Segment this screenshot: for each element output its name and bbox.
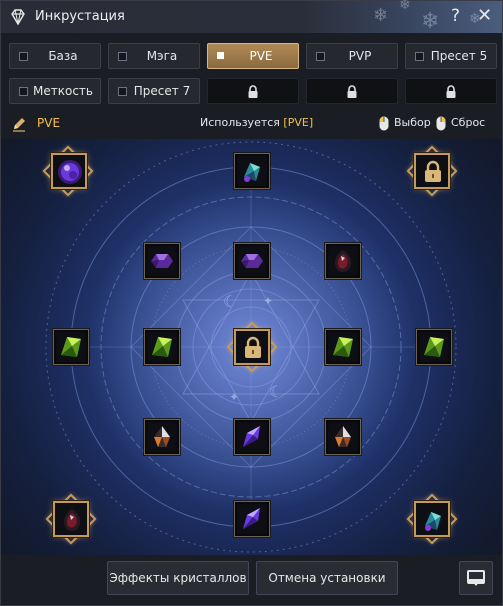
preset-tab-mega[interactable]: Мэга xyxy=(108,43,200,69)
preset-tab-base[interactable]: База xyxy=(9,43,101,69)
window-title: Инкрустация xyxy=(35,9,125,24)
preset-info-bar: PVE Используется [PVE] Выбор Сброс xyxy=(9,113,497,135)
lock-icon xyxy=(425,160,441,182)
inlay-window: Инкрустация ❄ ❄ ❄ ❄ ? ✕ База Мэга PVE PV… xyxy=(0,0,503,606)
select-hint: Выбор xyxy=(394,116,431,129)
green-crystal-gem-icon xyxy=(61,337,81,357)
slot-r2-center[interactable] xyxy=(234,243,270,279)
snowflake-icon: ❄ xyxy=(373,5,389,26)
checkbox-icon xyxy=(217,52,224,59)
lock-icon xyxy=(347,85,357,98)
preset-tab-locked[interactable] xyxy=(207,78,299,104)
mouse-left-click-icon xyxy=(379,116,389,131)
preset-tab-accuracy[interactable]: Меткость xyxy=(9,78,101,104)
svg-text:✦: ✦ xyxy=(229,390,239,404)
snowflake-icon: ❄ xyxy=(421,9,440,34)
pencil-icon[interactable] xyxy=(11,116,27,132)
preset-tab-label: Пресет 7 xyxy=(133,84,191,98)
slot-top-right[interactable] xyxy=(414,153,450,189)
preset-tab-locked[interactable] xyxy=(405,78,497,104)
green-crystal-gem-icon xyxy=(152,337,172,357)
preset-tab-pvp[interactable]: PVP xyxy=(306,43,398,69)
current-preset-name: PVE xyxy=(37,116,61,130)
slot-top-left[interactable] xyxy=(51,153,87,189)
slot-r4-center[interactable] xyxy=(234,419,270,455)
slot-top-center[interactable] xyxy=(234,153,270,189)
orange-shard-gem-icon xyxy=(154,426,170,447)
purple-ore-gem-icon xyxy=(241,254,263,268)
green-crystal-gem-icon xyxy=(424,337,444,357)
in-use-label: Используется [PVE] xyxy=(200,116,313,129)
lock-icon xyxy=(245,336,261,358)
slot-mid-right[interactable] xyxy=(325,329,361,365)
in-use-value: [PVE] xyxy=(283,116,314,129)
preset-tab-5[interactable]: Пресет 5 xyxy=(405,43,497,69)
purple-sphere-gem-icon xyxy=(58,160,82,184)
svg-text:☾: ☾ xyxy=(223,292,237,311)
tray-download-icon xyxy=(467,570,485,586)
preset-tab-label: Меткость xyxy=(33,84,93,98)
slot-bottom-center[interactable] xyxy=(234,501,270,537)
slot-r2-left[interactable] xyxy=(144,243,180,279)
slot-r4-right[interactable] xyxy=(325,419,361,455)
green-crystal-gem-icon xyxy=(333,337,353,357)
dark-red-stone-gem-icon xyxy=(335,250,351,272)
svg-text:✦: ✦ xyxy=(263,294,273,308)
mouse-right-click-icon xyxy=(436,116,446,131)
slot-center[interactable] xyxy=(234,329,270,365)
violet-shard-gem-icon xyxy=(243,508,260,529)
slot-bottom-right[interactable] xyxy=(414,501,450,537)
in-use-prefix: Используется xyxy=(200,116,284,129)
action-bar: Эффекты кристаллов Отмена установки xyxy=(1,555,502,605)
preset-tab-pve[interactable]: PVE xyxy=(207,43,299,69)
svg-text:☾: ☾ xyxy=(269,382,283,401)
snowflake-icon: ❄ xyxy=(399,0,411,13)
violet-shard-gem-icon xyxy=(243,426,260,447)
title-bar: Инкрустация ❄ ❄ ❄ ❄ ? ✕ xyxy=(1,0,502,34)
orange-shard-gem-icon xyxy=(335,426,351,447)
slot-mid-left[interactable] xyxy=(144,329,180,365)
preset-tab-label: Мэга xyxy=(146,49,178,63)
slot-mid-far-right[interactable] xyxy=(416,329,452,365)
diamond-icon xyxy=(11,9,25,26)
teal-crystal-gem-icon xyxy=(244,163,260,182)
preset-tab-locked[interactable] xyxy=(306,78,398,104)
slot-mid-far-left[interactable] xyxy=(53,329,89,365)
reset-hint: Сброс xyxy=(451,116,486,129)
slot-bottom-left[interactable] xyxy=(53,501,89,537)
lock-icon xyxy=(248,85,258,98)
purple-ore-gem-icon xyxy=(151,254,173,268)
close-button[interactable]: ✕ xyxy=(477,5,492,26)
preset-tab-label: PVP xyxy=(348,49,372,63)
lock-icon xyxy=(446,85,456,98)
teal-crystal-gem-icon xyxy=(425,512,441,531)
slot-r2-right[interactable] xyxy=(325,243,361,279)
crystal-effects-button[interactable]: Эффекты кристаллов xyxy=(107,561,249,595)
preset-tab-label: Пресет 5 xyxy=(430,49,488,63)
dark-red-stone-gem-icon xyxy=(64,509,80,531)
preset-tab-label: PVE xyxy=(249,49,273,63)
preset-tab-label: База xyxy=(48,49,78,63)
help-button[interactable]: ? xyxy=(451,6,460,26)
cancel-inlay-button[interactable]: Отмена установки xyxy=(256,561,398,595)
slot-r4-left[interactable] xyxy=(144,419,180,455)
auto-equip-button[interactable] xyxy=(459,561,493,595)
inlay-board: ☾ ☾ ✦ ✦ xyxy=(1,139,502,555)
preset-tab-7[interactable]: Пресет 7 xyxy=(108,78,200,104)
